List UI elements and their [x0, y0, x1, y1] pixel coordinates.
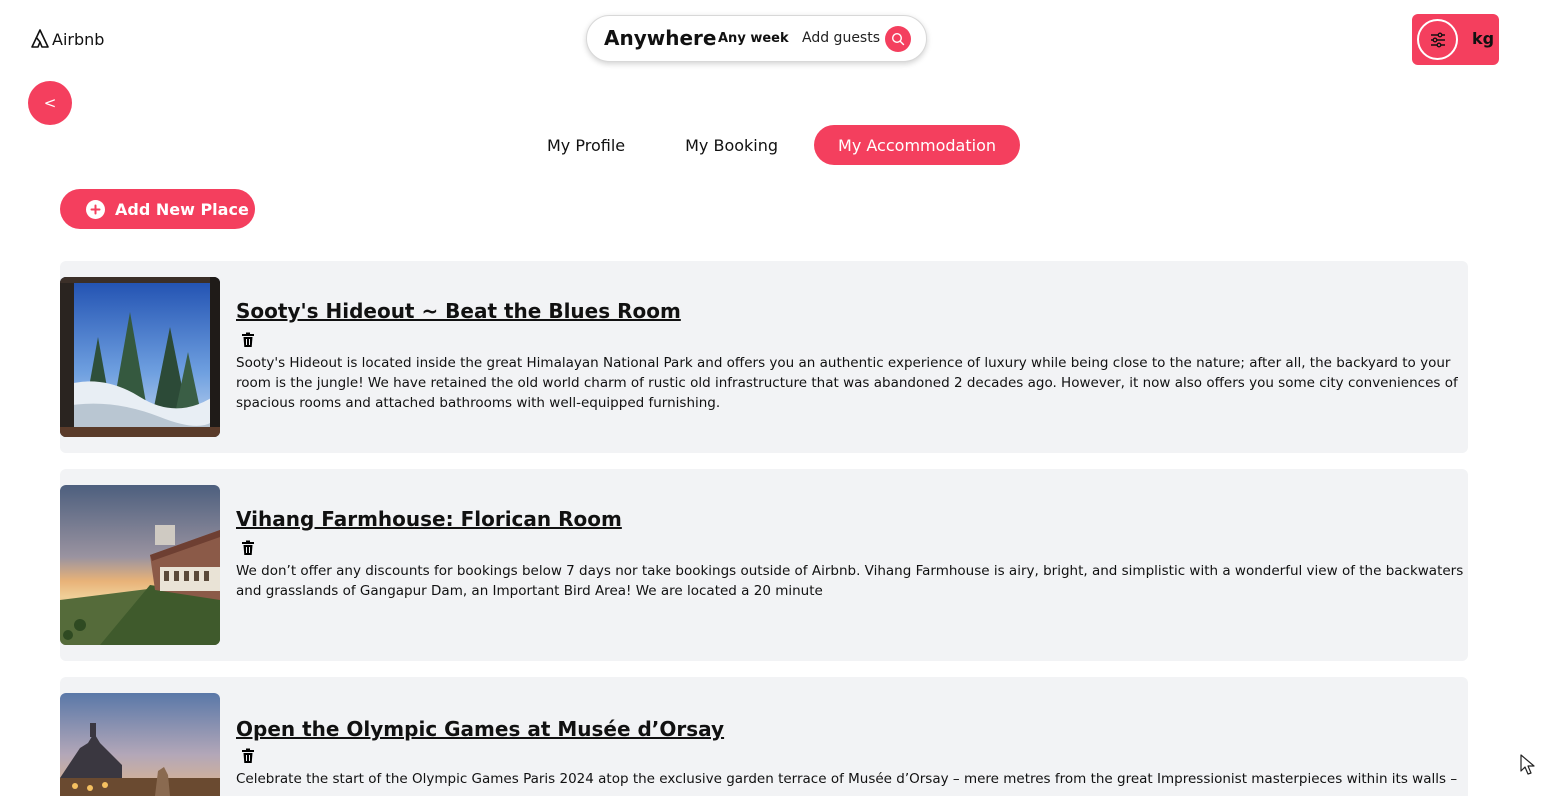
search-location[interactable]: Anywhere — [604, 26, 716, 50]
trash-icon[interactable] — [241, 748, 255, 764]
listing-description: Sooty's Hideout is located inside the gr… — [236, 355, 1458, 411]
listing-description: We don’t offer any discounts for booking… — [236, 563, 1464, 599]
listing-title-link[interactable]: Sooty's Hideout ~ Beat the Blues Room — [236, 299, 681, 323]
search-icon — [891, 32, 905, 46]
add-new-place-label: Add New Place — [115, 199, 249, 219]
trash-icon[interactable] — [241, 540, 255, 556]
sliders-icon — [1430, 32, 1445, 47]
search-guests[interactable]: Add guests — [802, 30, 880, 46]
listing-title-link[interactable]: Open the Olympic Games at Musée d’Orsay — [236, 717, 724, 741]
user-initials: kg — [1472, 29, 1495, 48]
trash-icon[interactable] — [241, 332, 255, 348]
tab-my-accommodation[interactable]: My Accommodation — [814, 125, 1021, 165]
mouse-cursor-icon — [1520, 754, 1535, 775]
listing-card[interactable]: Sooty's Hideout ~ Beat the Blues Room So… — [60, 261, 1468, 453]
listing-photo[interactable] — [60, 693, 220, 796]
listing-photo[interactable] — [60, 277, 220, 437]
listing-card[interactable]: Open the Olympic Games at Musée d’Orsay … — [60, 677, 1468, 796]
settings-button[interactable] — [1417, 19, 1458, 60]
listing-photo[interactable] — [60, 485, 220, 645]
listing-description: Celebrate the start of the Olympic Games… — [236, 771, 1458, 787]
airbnb-logo-icon — [31, 29, 49, 48]
listing-title-link[interactable]: Vihang Farmhouse: Florican Room — [236, 507, 622, 531]
search-week[interactable]: Any week — [718, 31, 789, 46]
tab-my-profile[interactable]: My Profile — [527, 125, 645, 165]
back-button[interactable]: < — [28, 81, 72, 125]
user-menu-button[interactable]: kg — [1412, 14, 1499, 65]
search-button[interactable] — [885, 26, 911, 52]
plus-circle-icon — [86, 199, 105, 219]
logo-text: Airbnb — [52, 29, 105, 49]
listing-card[interactable]: Vihang Farmhouse: Florican Room We don’t… — [60, 469, 1468, 661]
add-new-place-button[interactable]: Add New Place — [60, 189, 255, 229]
airbnb-logo[interactable]: Airbnb — [30, 28, 104, 50]
search-bar[interactable]: Anywhere Any week Add guests — [586, 15, 927, 62]
account-tabs: My Profile My Booking My Accommodation — [527, 125, 1021, 165]
tab-my-booking[interactable]: My Booking — [665, 125, 798, 165]
